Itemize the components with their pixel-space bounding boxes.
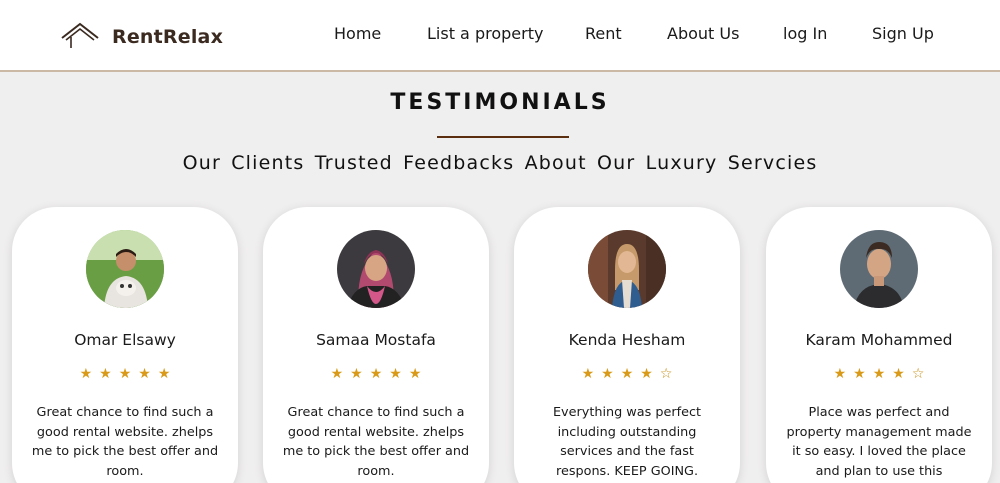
section-title: TESTIMONIALS: [390, 90, 610, 115]
reviewer-name: Samaa Mostafa: [316, 331, 436, 349]
testimonial-text: Everything was perfect including outstan…: [552, 405, 702, 479]
avatar: [840, 230, 918, 308]
star-icon: ★: [872, 366, 886, 382]
star-rating: ★ ★ ★ ★ ☆: [514, 367, 740, 381]
star-icon: ★: [601, 366, 614, 382]
testimonial-card: Omar Elsawy ★ ★ ★ ★ ★ Great chance to find s…: [12, 207, 238, 483]
testimonial-card: Samaa Mostafa ★ ★ ★ ★ ★ Great chance to find…: [263, 207, 489, 483]
star-icon: ★: [853, 366, 866, 382]
testimonial-text: Great chance to find such a good rental …: [31, 405, 219, 479]
star-icon: ★: [350, 366, 363, 382]
star-icon: ★: [892, 366, 905, 382]
star-icon: ★: [833, 366, 847, 382]
section-subtitle: Our Clients Trusted Feedbacks About Our …: [182, 152, 818, 174]
nav-rent[interactable]: Rent: [585, 24, 622, 43]
star-icon: ★: [369, 366, 383, 382]
nav-sign-up[interactable]: Sign Up: [872, 24, 934, 43]
nav-home[interactable]: Home: [334, 24, 381, 43]
avatar: [86, 230, 164, 308]
avatar: [588, 230, 666, 308]
reviewer-name: Karam Mohammed: [805, 331, 953, 349]
star-icon: ★: [157, 366, 171, 382]
star-icon: ★: [330, 366, 344, 382]
star-icon: ★: [138, 366, 151, 382]
star-outline-icon: ☆: [911, 366, 925, 382]
star-rating: ★ ★ ★ ★ ★: [263, 367, 489, 381]
star-rating: ★ ★ ★ ★ ★: [12, 367, 238, 381]
brand-name: RentRelax: [112, 26, 224, 48]
star-icon: ★: [118, 366, 132, 382]
star-outline-icon: ☆: [659, 366, 673, 382]
nav-log-in[interactable]: log In: [783, 24, 827, 43]
star-icon: ★: [389, 366, 402, 382]
star-icon: ★: [620, 366, 634, 382]
nav-about-us[interactable]: About Us: [667, 24, 739, 43]
star-icon: ★: [99, 366, 112, 382]
star-rating: ★ ★ ★ ★ ☆: [766, 367, 992, 381]
star-icon: ★: [408, 366, 422, 382]
testimonial-text: Place was perfect and property managemen…: [786, 405, 972, 479]
house-roof-icon: [60, 20, 100, 54]
star-icon: ★: [640, 366, 653, 382]
star-icon: ★: [79, 366, 93, 382]
testimonial-text: Great chance to find such a good rental …: [282, 405, 470, 479]
nav-list-property[interactable]: List a property: [427, 24, 543, 43]
avatar: [337, 230, 415, 308]
reviewer-name: Omar Elsawy: [74, 331, 176, 349]
testimonial-card: Kenda Hesham ★ ★ ★ ★ ☆ Everything was perfec…: [514, 207, 740, 483]
star-icon: ★: [581, 366, 595, 382]
brand-logo[interactable]: RentRelax: [60, 20, 223, 54]
title-divider: [437, 136, 569, 138]
navbar: RentRelax Home List a property Rent Abou…: [0, 0, 1000, 72]
testimonial-card: Karam Mohammed ★ ★ ★ ★ ☆ Place was perfect a…: [766, 207, 992, 483]
reviewer-name: Kenda Hesham: [568, 331, 686, 349]
